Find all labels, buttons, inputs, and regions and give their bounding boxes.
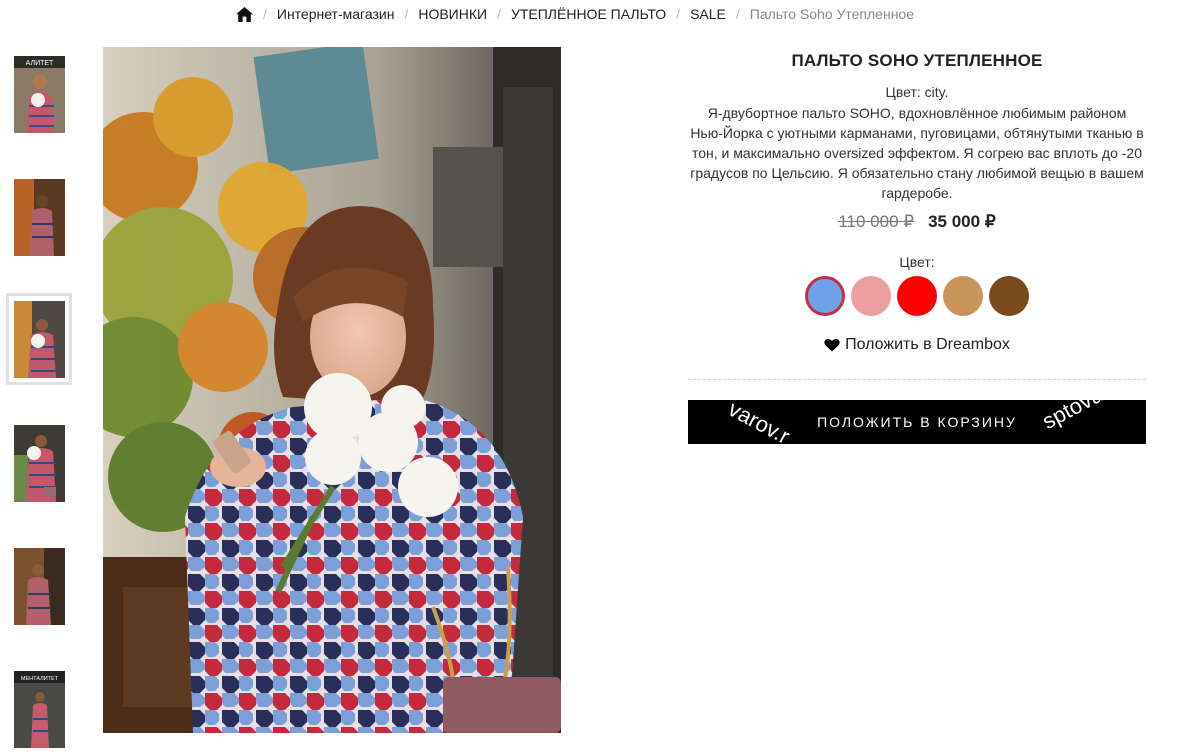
color-swatch-pink[interactable] xyxy=(851,276,891,316)
product-main-image[interactable] xyxy=(103,47,561,733)
color-swatch-blue[interactable] xyxy=(805,276,845,316)
thumbnail-image xyxy=(13,547,65,625)
thumbnail-image xyxy=(13,178,65,256)
color-swatch-red[interactable] xyxy=(897,276,937,316)
add-to-cart-label: ПОЛОЖИТЬ В КОРЗИНУ xyxy=(817,414,1017,430)
product-title: ПАЛЬТО SOHO УТЕПЛЕННОЕ xyxy=(791,51,1043,70)
breadcrumb-separator: / xyxy=(497,6,501,22)
color-swatch-brown[interactable] xyxy=(989,276,1029,316)
dreambox-label: Положить в Dreambox xyxy=(845,336,1010,353)
thumbnail-1[interactable]: АЛИТЕТ xyxy=(6,48,72,140)
price-block: 110 000 ₽ 35 000 ₽ xyxy=(688,212,1146,232)
thumbnail-image xyxy=(13,424,65,502)
product-info: ПАЛЬТО SOHO УТЕПЛЕННОЕ Цвет: city. Я-дву… xyxy=(688,47,1146,444)
divider xyxy=(688,379,1146,380)
thumbnail-6[interactable]: МЕНТАЛИТЕТ xyxy=(6,663,72,755)
color-swatch-camel[interactable] xyxy=(943,276,983,316)
dreambox-button[interactable]: Положить в Dreambox xyxy=(824,336,1010,354)
breadcrumb-link-coats[interactable]: УТЕПЛЁННОЕ ПАЛЬТО xyxy=(511,6,666,22)
breadcrumb-separator: / xyxy=(676,6,681,22)
color-swatches xyxy=(688,276,1146,316)
breadcrumb-link-new[interactable]: НОВИНКИ xyxy=(418,6,487,22)
breadcrumb-separator: / xyxy=(262,6,267,22)
product-description: Я-двубортное пальто SOHO, вдохновлённое … xyxy=(690,105,1144,201)
watermark-text: sptovar xyxy=(1038,400,1114,435)
thumbnail-5[interactable] xyxy=(6,540,72,632)
thumbnail-image xyxy=(13,300,65,378)
breadcrumb-separator: / xyxy=(735,6,740,22)
thumbnail-caption: АЛИТЕТ xyxy=(25,60,53,67)
new-price: 35 000 ₽ xyxy=(928,212,996,231)
thumbnail-image: АЛИТЕТ xyxy=(13,55,65,133)
thumbnail-3[interactable] xyxy=(6,293,72,385)
thumbnail-image: МЕНТАЛИТЕТ xyxy=(13,670,65,748)
watermark-text: varov.r xyxy=(724,400,794,444)
thumbnail-2[interactable] xyxy=(6,171,72,263)
breadcrumb-link-sale[interactable]: SALE xyxy=(690,6,726,22)
breadcrumb-separator: / xyxy=(404,6,409,22)
thumbnail-4[interactable] xyxy=(6,417,72,509)
color-swatch-label: Цвет: xyxy=(899,254,935,270)
breadcrumb: / Интернет-магазин / НОВИНКИ / УТЕПЛЁННО… xyxy=(0,0,1150,28)
breadcrumb-link-shop[interactable]: Интернет-магазин xyxy=(277,6,395,22)
product-photo xyxy=(103,47,561,733)
breadcrumb-current: Пальто Soho Утепленное xyxy=(749,6,915,22)
thumbnail-caption: МЕНТАЛИТЕТ xyxy=(20,676,58,682)
old-price: 110 000 ₽ xyxy=(838,212,915,231)
heart-icon xyxy=(824,338,840,352)
add-to-cart-button[interactable]: varov.r sptovar ПОЛОЖИТЬ В КОРЗИНУ xyxy=(688,400,1146,444)
home-icon[interactable] xyxy=(235,6,253,22)
product-color-line: Цвет: city. xyxy=(885,84,949,100)
